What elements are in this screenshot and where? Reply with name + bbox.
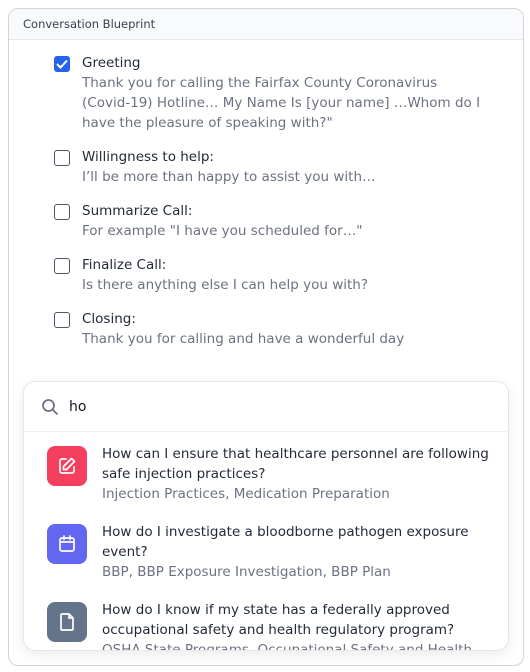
search-input[interactable]	[69, 398, 449, 415]
conversation-blueprint-panel: Conversation Blueprint Greeting Thank yo…	[8, 8, 524, 666]
search-results: How can I ensure that healthcare personn…	[47, 444, 497, 651]
checklist-item-finalize[interactable]: Finalize Call: Is there anything else I …	[54, 255, 514, 295]
willingness-checkbox[interactable]	[54, 150, 70, 166]
checklist-item-summarize[interactable]: Summarize Call: For example "I have you …	[54, 201, 514, 241]
result-question: How can I ensure that healthcare personn…	[102, 446, 489, 482]
edit-icon	[47, 446, 87, 486]
checklist-item-closing[interactable]: Closing: Thank you for calling and have …	[54, 309, 514, 349]
panel-title: Conversation Blueprint	[9, 9, 523, 40]
result-tags: OSHA State Programs, Occupational Safety…	[102, 642, 473, 651]
checklist-item-title: Finalize Call:	[82, 257, 167, 273]
summarize-checkbox[interactable]	[54, 204, 70, 220]
checklist-item-title: Greeting	[82, 55, 141, 71]
checkmark-icon	[56, 59, 68, 69]
search-result-item[interactable]: How do I know if my state has a federall…	[47, 600, 497, 651]
checklist-item-desc: I’ll be more than happy to assist you wi…	[82, 169, 376, 185]
finalize-checkbox[interactable]	[54, 258, 70, 274]
checklist-item-desc: For example "I have you scheduled for…"	[82, 223, 363, 239]
search-result-item[interactable]: How can I ensure that healthcare personn…	[47, 444, 497, 504]
checklist-item-title: Closing:	[82, 311, 136, 327]
search-result-item[interactable]: How do I investigate a bloodborne pathog…	[47, 522, 497, 582]
result-tags: BBP, BBP Exposure Investigation, BBP Pla…	[102, 564, 391, 580]
search-popover: How can I ensure that healthcare personn…	[23, 381, 509, 651]
checklist-item-title: Willingness to help:	[82, 149, 214, 165]
checklist-item-desc: Is there anything else I can help you wi…	[82, 277, 369, 293]
result-question: How do I know if my state has a federall…	[102, 602, 455, 638]
search-bar	[24, 382, 508, 432]
checklist-item-willingness[interactable]: Willingness to help: I’ll be more than h…	[54, 147, 514, 187]
document-icon	[47, 602, 87, 642]
closing-checkbox[interactable]	[54, 312, 70, 328]
result-tags: Injection Practices, Medication Preparat…	[102, 486, 390, 502]
greeting-checkbox[interactable]	[54, 56, 70, 72]
checklist-item-desc: Thank you for calling and have a wonderf…	[82, 331, 405, 347]
checklist-item-desc: Thank you for calling the Fairfax County…	[82, 75, 481, 131]
search-icon	[41, 398, 59, 416]
checklist-item-title: Summarize Call:	[82, 203, 193, 219]
checklist-item-greeting[interactable]: Greeting Thank you for calling the Fairf…	[54, 53, 514, 133]
blueprint-checklist: Greeting Thank you for calling the Fairf…	[54, 53, 514, 363]
result-question: How do I investigate a bloodborne pathog…	[102, 524, 469, 560]
calendar-icon	[47, 524, 87, 564]
